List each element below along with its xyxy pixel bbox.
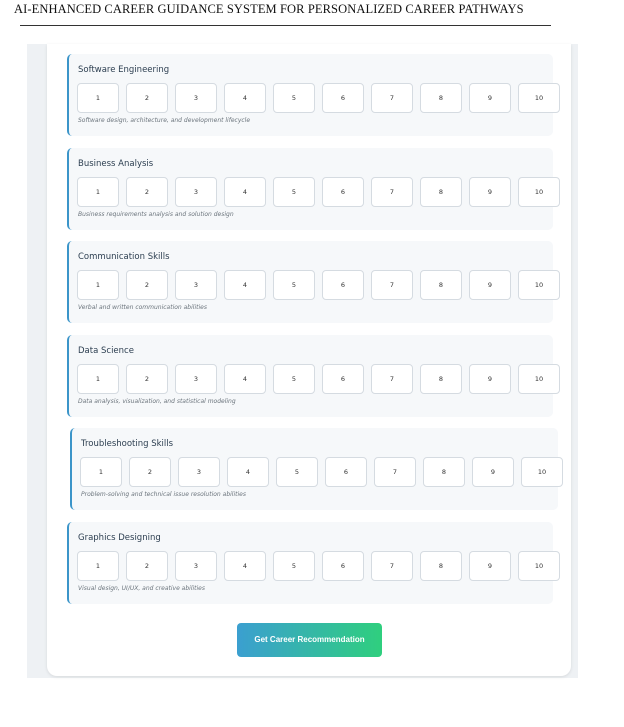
rating-option-5[interactable]: 5	[273, 177, 315, 207]
rating-option-3[interactable]: 3	[175, 83, 217, 113]
skill-title: Software Engineering	[78, 65, 170, 75]
rating-option-1[interactable]: 1	[77, 270, 119, 300]
rating-option-1[interactable]: 1	[77, 83, 119, 113]
rating-option-1[interactable]: 1	[77, 364, 119, 394]
skill-description: Visual design, UI/UX, and creative abili…	[78, 585, 205, 592]
rating-option-2[interactable]: 2	[126, 83, 168, 113]
skill-description: Business requirements analysis and solut…	[78, 211, 234, 218]
rating-option-10[interactable]: 10	[518, 551, 560, 581]
rating-scale: 1 2 3 4 5 6 7 8 9 10	[77, 551, 560, 581]
rating-option-7[interactable]: 7	[371, 364, 413, 394]
skill-description: Software design, architecture, and devel…	[78, 117, 251, 124]
rating-option-2[interactable]: 2	[126, 270, 168, 300]
rating-scale: 1 2 3 4 5 6 7 8 9 10	[77, 83, 560, 113]
rating-option-4[interactable]: 4	[224, 83, 266, 113]
rating-option-4[interactable]: 4	[224, 177, 266, 207]
rating-option-9[interactable]: 9	[469, 364, 511, 394]
rating-option-1[interactable]: 1	[77, 551, 119, 581]
rating-option-9[interactable]: 9	[469, 270, 511, 300]
skill-description: Problem-solving and technical issue reso…	[81, 491, 246, 498]
skill-title: Data Science	[78, 346, 134, 356]
rating-option-4[interactable]: 4	[224, 270, 266, 300]
skill-block-business-analysis: Business Analysis 1 2 3 4 5 6 7 8 9 10 Business req…	[67, 148, 560, 230]
rating-option-8[interactable]: 8	[423, 457, 465, 487]
rating-option-5[interactable]: 5	[273, 270, 315, 300]
rating-option-4[interactable]: 4	[227, 457, 269, 487]
rating-option-9[interactable]: 9	[472, 457, 514, 487]
rating-scale: 1 2 3 4 5 6 7 8 9 10	[77, 364, 560, 394]
rating-option-1[interactable]: 1	[80, 457, 122, 487]
skill-block-troubleshooting-skills: Troubleshooting Skills 1 2 3 4 5 6 7 8 9 10 Problem…	[70, 428, 563, 510]
rating-option-4[interactable]: 4	[224, 364, 266, 394]
rating-option-1[interactable]: 1	[77, 177, 119, 207]
rating-option-6[interactable]: 6	[322, 83, 364, 113]
get-career-recommendation-button[interactable]: Get Career Recommendation	[237, 623, 382, 657]
rating-option-3[interactable]: 3	[175, 177, 217, 207]
rating-option-7[interactable]: 7	[371, 177, 413, 207]
rating-option-7[interactable]: 7	[374, 457, 416, 487]
rating-scale: 1 2 3 4 5 6 7 8 9 10	[80, 457, 563, 487]
rating-option-9[interactable]: 9	[469, 177, 511, 207]
skill-title: Troubleshooting Skills	[81, 439, 174, 449]
skill-block-graphics-designing: Graphics Designing 1 2 3 4 5 6 7 8 9 10 Visual desi…	[67, 522, 560, 604]
rating-option-4[interactable]: 4	[224, 551, 266, 581]
rating-option-10[interactable]: 10	[518, 270, 560, 300]
rating-option-2[interactable]: 2	[126, 364, 168, 394]
skill-title: Business Analysis	[78, 159, 154, 169]
rating-option-7[interactable]: 7	[371, 270, 413, 300]
rating-option-7[interactable]: 7	[371, 551, 413, 581]
skill-description: Data analysis, visualization, and statis…	[78, 398, 236, 405]
rating-option-2[interactable]: 2	[126, 551, 168, 581]
rating-scale: 1 2 3 4 5 6 7 8 9 10	[77, 270, 560, 300]
rating-option-6[interactable]: 6	[322, 551, 364, 581]
rating-option-8[interactable]: 8	[420, 551, 462, 581]
rating-option-10[interactable]: 10	[518, 364, 560, 394]
rating-option-6[interactable]: 6	[325, 457, 367, 487]
rating-option-2[interactable]: 2	[126, 177, 168, 207]
rating-option-10[interactable]: 10	[518, 83, 560, 113]
rating-option-3[interactable]: 3	[175, 270, 217, 300]
rating-option-5[interactable]: 5	[276, 457, 318, 487]
skill-block-software-engineering: Software Engineering 1 2 3 4 5 6 7 8 9 10 Software …	[67, 54, 560, 136]
rating-option-6[interactable]: 6	[322, 364, 364, 394]
rating-option-8[interactable]: 8	[420, 270, 462, 300]
rating-option-10[interactable]: 10	[521, 457, 563, 487]
rating-option-5[interactable]: 5	[273, 364, 315, 394]
rating-option-7[interactable]: 7	[371, 83, 413, 113]
rating-option-6[interactable]: 6	[322, 270, 364, 300]
rating-option-3[interactable]: 3	[175, 551, 217, 581]
rating-option-3[interactable]: 3	[178, 457, 220, 487]
rating-option-8[interactable]: 8	[420, 83, 462, 113]
rating-option-8[interactable]: 8	[420, 364, 462, 394]
rating-option-6[interactable]: 6	[322, 177, 364, 207]
rating-option-3[interactable]: 3	[175, 364, 217, 394]
header-divider	[20, 25, 551, 26]
skill-block-data-science: Data Science 1 2 3 4 5 6 7 8 9 10 Data analysis, vi…	[67, 335, 560, 417]
skill-description: Verbal and written communication abiliti…	[78, 304, 207, 311]
rating-option-10[interactable]: 10	[518, 177, 560, 207]
rating-option-2[interactable]: 2	[129, 457, 171, 487]
rating-option-5[interactable]: 5	[273, 83, 315, 113]
rating-scale: 1 2 3 4 5 6 7 8 9 10	[77, 177, 560, 207]
rating-option-5[interactable]: 5	[273, 551, 315, 581]
rating-option-9[interactable]: 9	[469, 83, 511, 113]
skill-block-communication-skills: Communication Skills 1 2 3 4 5 6 7 8 9 10 Verbal an…	[67, 241, 560, 323]
rating-option-8[interactable]: 8	[420, 177, 462, 207]
skill-title: Communication Skills	[78, 252, 170, 262]
rating-option-9[interactable]: 9	[469, 551, 511, 581]
document-title: AI-ENHANCED CAREER GUIDANCE SYSTEM FOR P…	[14, 2, 524, 16]
skill-title: Graphics Designing	[78, 533, 161, 543]
